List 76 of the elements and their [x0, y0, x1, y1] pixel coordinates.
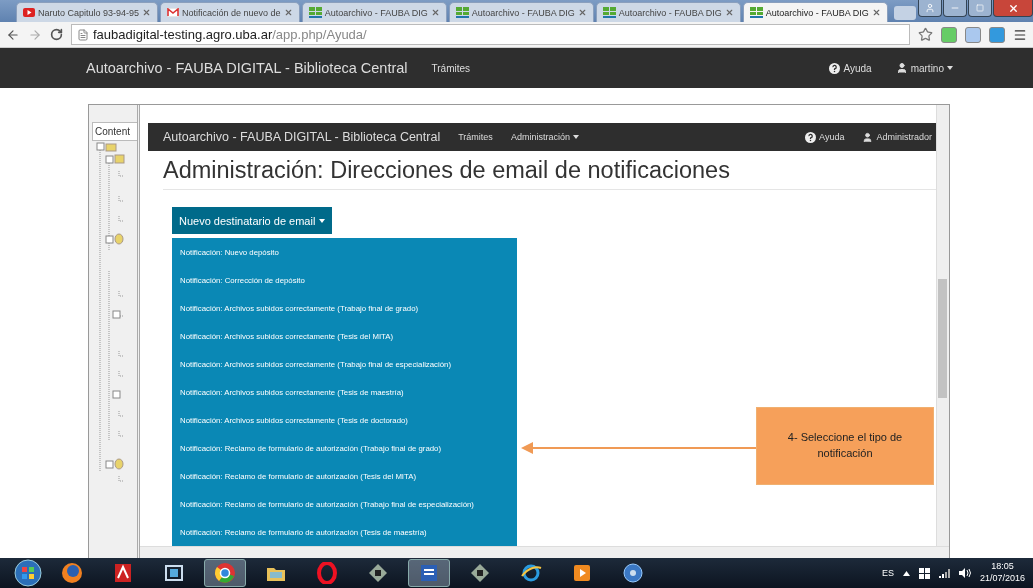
film-icon [163, 562, 185, 584]
close-icon[interactable] [142, 8, 152, 17]
user-icon [895, 62, 908, 74]
nav-link[interactable]: Trámites [431, 62, 471, 74]
back-button[interactable] [6, 27, 20, 42]
address-field[interactable]: faubadigital-testing.agro.uba.ar/app.php/Ayuda/ [71, 24, 910, 45]
horizontal-scrollbar[interactable] [140, 546, 949, 558]
play-icon [571, 562, 593, 584]
diamond-icon [469, 562, 491, 584]
browser-tab[interactable]: Notificación de nuevo de [160, 2, 300, 22]
ring-icon [316, 562, 338, 584]
clock[interactable]: 18:05 21/07/2016 [979, 561, 1025, 585]
taskbar-button[interactable] [204, 559, 246, 587]
close-icon[interactable] [871, 8, 881, 17]
page-icon [77, 28, 89, 41]
browser-tab[interactable]: Autoarchivo - FAUBA DIG [595, 2, 741, 22]
swirl-icon [520, 562, 542, 584]
close-icon[interactable] [577, 8, 587, 17]
flag-icon[interactable] [918, 567, 930, 579]
nav-link[interactable]: Trámites [458, 132, 493, 142]
caret-icon[interactable] [902, 570, 910, 576]
close-button[interactable] [993, 0, 1033, 17]
caret-icon [947, 66, 953, 70]
user-menu[interactable]: Administrador [862, 131, 932, 143]
grid-icon [455, 7, 469, 18]
extension-icon[interactable] [965, 26, 981, 43]
user-button[interactable] [918, 0, 942, 17]
caret-icon [319, 218, 326, 223]
browser-tab[interactable]: Naruto Capitulo 93-94-95 [16, 2, 159, 22]
document-icon [418, 562, 440, 584]
help-link[interactable]: Ayuda [805, 131, 845, 143]
user-icon [862, 131, 874, 143]
callout-text: 4- Seleccione el tipo de notificación [786, 430, 904, 461]
user-icon [925, 3, 935, 13]
disc-icon [622, 562, 644, 584]
play-icon [23, 8, 35, 17]
volume-icon[interactable] [958, 568, 971, 578]
close-icon[interactable] [283, 8, 293, 17]
star-icon[interactable] [918, 27, 933, 42]
maximize-icon [976, 4, 984, 12]
language-indicator[interactable]: ES [881, 568, 894, 578]
globe-icon [61, 562, 83, 584]
maximize-button[interactable] [968, 0, 992, 17]
vertical-scrollbar[interactable] [936, 105, 949, 546]
browser-tab[interactable]: Autoarchivo - FAUBA DIG [301, 2, 447, 22]
document-icon [112, 562, 134, 584]
sidebar-tab[interactable]: Content [92, 122, 137, 141]
browser-tab[interactable]: Autoarchivo - FAUBA DIG [742, 2, 888, 22]
site-brand[interactable]: Autoarchivo - FAUBA DIGITAL - Biblioteca Central [163, 130, 441, 144]
user-menu[interactable]: martino [895, 62, 953, 74]
minimize-button[interactable] [943, 0, 967, 17]
dropdown-button[interactable]: Nuevo destinatario de email [172, 207, 333, 234]
grid-icon [308, 7, 322, 18]
extension-icon[interactable] [941, 26, 957, 43]
caret-icon [572, 135, 579, 139]
reload-button[interactable] [50, 28, 63, 41]
start-button[interactable] [14, 559, 42, 587]
site-brand[interactable]: Autoarchivo - FAUBA DIGITAL - Biblioteca Central [86, 60, 408, 76]
help-icon [805, 131, 817, 143]
grid-icon [602, 7, 616, 18]
help-link[interactable]: Ayuda [829, 62, 872, 74]
browser-tab[interactable]: Autoarchivo - FAUBA DIG [448, 2, 594, 22]
grid-icon [749, 7, 763, 18]
page-title: Administración: Direcciones de email de notificaciones [163, 157, 936, 190]
wheel-icon [214, 562, 236, 584]
menu-icon[interactable] [1013, 27, 1027, 42]
signal-icon[interactable] [938, 568, 950, 578]
taskbar-button[interactable] [408, 559, 450, 587]
nav-link[interactable]: Administración [510, 132, 579, 142]
envelope-icon [167, 8, 180, 17]
extension-icon[interactable] [989, 26, 1005, 43]
close-icon[interactable] [430, 8, 440, 17]
close-icon [1007, 2, 1019, 14]
help-icon [829, 62, 841, 74]
close-icon[interactable] [724, 8, 734, 17]
diamond-icon [367, 562, 389, 584]
